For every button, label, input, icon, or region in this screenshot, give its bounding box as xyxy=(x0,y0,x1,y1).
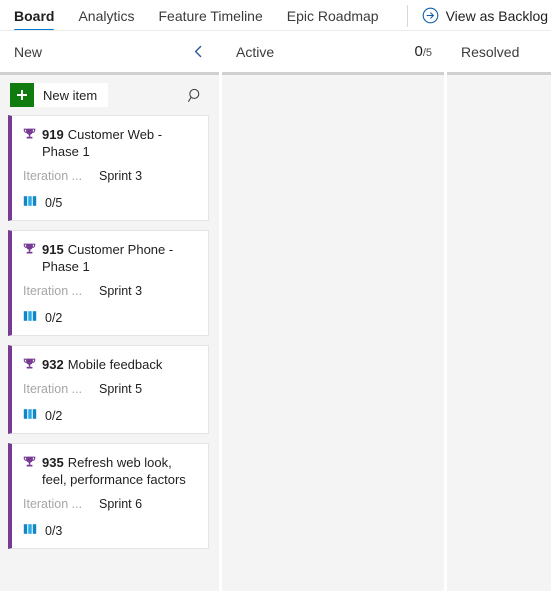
progress-bars-icon xyxy=(23,522,38,539)
wip-limit: /5 xyxy=(422,47,432,59)
board-column-active: Active 0 /5 xyxy=(222,31,444,591)
card-field-value: Sprint 3 xyxy=(99,284,143,298)
card-title-row: 935 Refresh web look, feel, performance f… xyxy=(23,454,198,488)
card-field-iteration: Iteration ... Sprint 6 xyxy=(23,497,198,511)
card-title-row: 915 Customer Phone - Phase 1 xyxy=(23,241,198,275)
plus-icon xyxy=(10,83,34,107)
card-progress-text: 0/2 xyxy=(45,408,63,423)
card-919[interactable]: 919 Customer Web - Phase 1 Iteration ... … xyxy=(8,115,209,221)
card-progress: 0/5 xyxy=(23,194,198,211)
tab-feature-timeline-label: Feature Timeline xyxy=(158,7,263,24)
card-progress-text: 0/3 xyxy=(45,523,63,538)
card-field-value: Sprint 6 xyxy=(99,497,143,511)
card-id: 915 xyxy=(42,242,64,257)
board-column-new: New New item 919 Customer Web - Phase 1 … xyxy=(0,31,219,591)
arrow-circle-right-icon xyxy=(422,7,439,24)
trophy-icon xyxy=(23,127,36,140)
card-field-iteration: Iteration ... Sprint 3 xyxy=(23,169,198,183)
card-field-iteration: Iteration ... Sprint 5 xyxy=(23,382,198,396)
progress-bars-icon xyxy=(23,194,38,211)
card-title-row: 919 Customer Web - Phase 1 xyxy=(23,126,198,160)
tab-epic-roadmap-label: Epic Roadmap xyxy=(286,7,379,24)
card-field-label: Iteration ... xyxy=(23,382,83,396)
progress-bars-icon xyxy=(23,309,38,326)
card-935[interactable]: 935 Refresh web look, feel, performance f… xyxy=(8,443,209,549)
card-progress: 0/2 xyxy=(23,309,198,326)
card-list-new: 919 Customer Web - Phase 1 Iteration ... … xyxy=(0,115,219,549)
card-field-label: Iteration ... xyxy=(23,169,83,183)
tab-analytics-label: Analytics xyxy=(78,7,135,24)
card-932[interactable]: 932 Mobile feedback Iteration ... Sprint … xyxy=(8,345,209,434)
trophy-icon xyxy=(23,455,36,468)
wip-current: 0 xyxy=(414,43,423,60)
new-item-label: New item xyxy=(43,87,98,103)
card-id: 919 xyxy=(42,127,64,142)
new-item-button[interactable]: New item xyxy=(10,83,109,107)
top-navigation-bar: Board Analytics Feature Timeline Epic Ro… xyxy=(0,0,551,32)
column-title-new: New xyxy=(14,43,43,60)
card-field-iteration: Iteration ... Sprint 3 xyxy=(23,284,198,298)
column-body-active[interactable] xyxy=(222,72,444,591)
card-title-row: 932 Mobile feedback xyxy=(23,356,198,373)
card-field-value: Sprint 3 xyxy=(99,169,143,183)
tab-epic-roadmap[interactable]: Epic Roadmap xyxy=(287,0,379,31)
tab-board[interactable]: Board xyxy=(14,0,55,32)
card-field-label: Iteration ... xyxy=(23,497,83,511)
tab-analytics[interactable]: Analytics xyxy=(78,0,134,31)
card-id: 935 xyxy=(42,455,64,470)
nav-divider xyxy=(406,4,408,27)
search-icon[interactable] xyxy=(185,85,205,105)
progress-bars-icon xyxy=(23,407,38,424)
column-title-active: Active xyxy=(236,43,275,60)
column-header-resolved: Resolved xyxy=(447,31,551,72)
card-title: Mobile feedback xyxy=(67,357,163,372)
column-header-active: Active 0 /5 xyxy=(222,31,444,72)
card-progress: 0/3 xyxy=(23,522,198,539)
card-id: 932 xyxy=(42,357,64,372)
card-progress: 0/2 xyxy=(23,407,198,424)
trophy-icon xyxy=(23,357,36,370)
chevron-left-icon[interactable] xyxy=(189,43,207,61)
card-title-text: 919 Customer Web - Phase 1 xyxy=(42,126,198,160)
trophy-icon xyxy=(23,242,36,255)
card-title-text: 915 Customer Phone - Phase 1 xyxy=(42,241,198,275)
tab-board-label: Board xyxy=(14,7,55,24)
card-field-label: Iteration ... xyxy=(23,284,83,298)
view-as-backlog-button[interactable]: View as Backlog xyxy=(422,7,548,24)
card-title-text: 932 Mobile feedback xyxy=(42,356,162,373)
view-as-backlog-label: View as Backlog xyxy=(445,7,549,24)
column-toolbar-new: New item xyxy=(0,75,219,115)
card-progress-text: 0/5 xyxy=(45,195,63,210)
column-title-resolved: Resolved xyxy=(461,43,520,60)
card-title-text: 935 Refresh web look, feel, performance f… xyxy=(42,454,198,488)
column-header-new: New xyxy=(0,31,219,72)
card-915[interactable]: 915 Customer Phone - Phase 1 Iteration ..… xyxy=(8,230,209,336)
tab-feature-timeline[interactable]: Feature Timeline xyxy=(158,0,262,31)
column-body-resolved[interactable] xyxy=(447,72,551,591)
card-progress-text: 0/2 xyxy=(45,310,63,325)
kanban-board: New New item 919 Customer Web - Phase 1 … xyxy=(0,31,551,591)
board-column-resolved: Resolved xyxy=(447,31,551,591)
column-body-new[interactable]: New item 919 Customer Web - Phase 1 Iter… xyxy=(0,72,219,591)
card-field-value: Sprint 5 xyxy=(99,382,143,396)
wip-counter-active: 0 /5 xyxy=(414,43,432,60)
